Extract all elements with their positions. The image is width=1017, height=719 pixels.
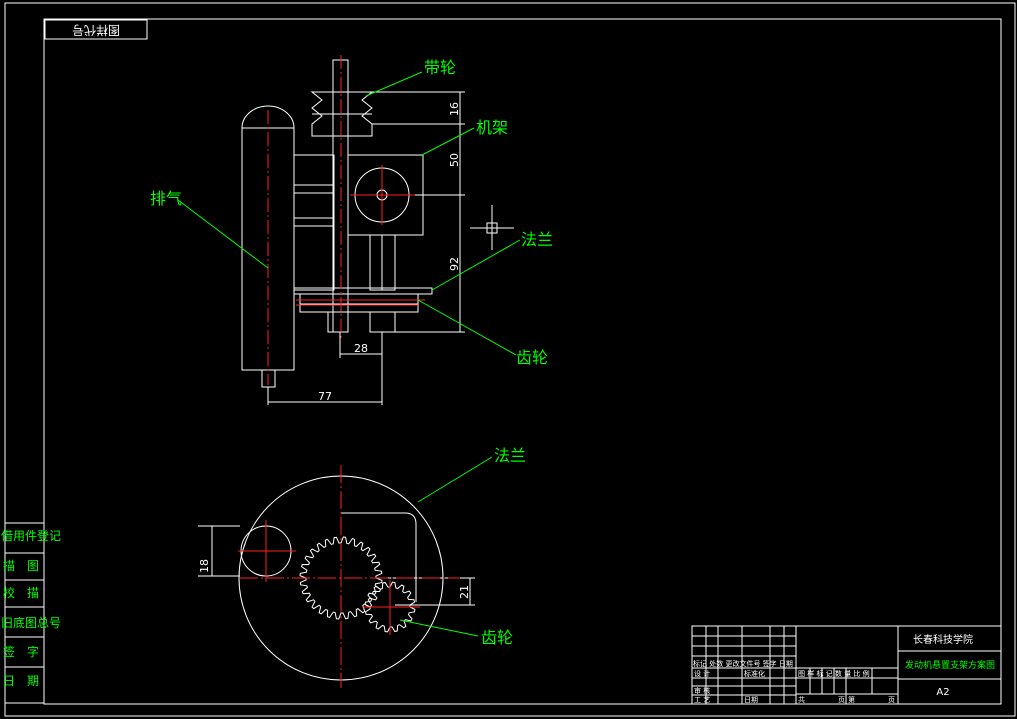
tb-standardize: 标准化 [744, 669, 765, 678]
side-label-borrowed: 借用件登记 [1, 528, 61, 543]
tb-design: 设 计 [694, 669, 710, 678]
tb-sheet-total: 共 [798, 695, 805, 704]
tb-process: 工 艺 [694, 696, 710, 704]
label-flange-bottom: 法兰 [494, 446, 526, 465]
dim-18: 18 [198, 559, 211, 573]
dim-28: 28 [354, 342, 368, 355]
tb-date: 日期 [744, 696, 758, 704]
label-belt-wheel: 带轮 [424, 58, 456, 77]
cad-drawing-canvas: 图样代号 借用件登记 描 图 校 描 旧底图总号 签 字 日 期 带轮 机架 排… [0, 0, 1017, 719]
tb-sheet-no: 第 [848, 695, 855, 704]
tb-revision-header: 标记 处数 更改文件号 签字 日期 [693, 659, 793, 668]
tb-sheet-size: A2 [936, 687, 949, 698]
label-frame: 机架 [476, 118, 508, 137]
side-label-signature: 签 字 [3, 644, 39, 659]
tb-drawing-title: 发动机悬置支架方案图 [905, 659, 995, 671]
side-label-check-trace: 校 描 [3, 585, 39, 600]
dim-21: 21 [458, 585, 471, 599]
label-exhaust: 排气 [150, 189, 182, 208]
tb-review: 审 核 [694, 686, 710, 695]
label-flange-top: 法兰 [521, 230, 553, 249]
label-gear-bottom: 齿轮 [481, 628, 513, 647]
side-label-old-no: 旧底图总号 [1, 615, 61, 630]
tb-school: 长春科技学院 [913, 633, 973, 646]
label-gear-top: 齿轮 [516, 348, 548, 367]
corner-tag: 图样代号 [72, 23, 120, 38]
canvas-background [0, 0, 1017, 719]
side-label-date: 日 期 [3, 674, 39, 688]
dim-16: 16 [448, 102, 461, 116]
dim-50: 50 [448, 153, 461, 167]
dim-92: 92 [448, 257, 461, 271]
tb-sheet-no-unit: 页 [888, 696, 895, 704]
tb-sheet-total-unit: 页 [838, 696, 845, 704]
tb-stage-header: 图 样 标 记 数 量 比 例 [798, 669, 870, 678]
side-label-trace: 描 图 [3, 559, 39, 573]
dim-77: 77 [318, 390, 332, 403]
